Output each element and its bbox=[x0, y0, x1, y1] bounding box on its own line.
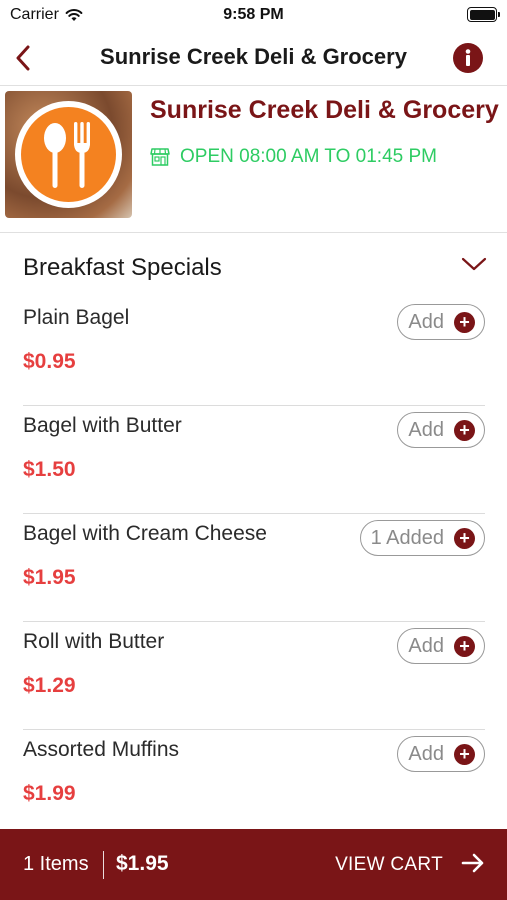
add-button[interactable]: Add + bbox=[397, 412, 485, 448]
plus-icon: + bbox=[454, 743, 475, 765]
menu-item: Plain Bagel $0.95 Add + bbox=[23, 298, 485, 406]
storefront-icon bbox=[150, 148, 170, 166]
store-hours: OPEN 08:00 AM TO 01:45 PM bbox=[150, 146, 437, 168]
battery-icon bbox=[467, 7, 500, 22]
item-name: Plain Bagel bbox=[23, 306, 130, 329]
add-button[interactable]: 1 Added + bbox=[359, 520, 485, 556]
menu-item: Roll with Butter $1.29 Add + bbox=[23, 622, 485, 730]
arrow-right-icon bbox=[461, 853, 484, 873]
item-price: $1.99 bbox=[23, 782, 76, 805]
item-name: Assorted Muffins bbox=[23, 738, 180, 761]
chevron-left-icon bbox=[16, 45, 30, 71]
cart-divider bbox=[103, 851, 104, 879]
plus-icon: + bbox=[454, 419, 475, 441]
back-button[interactable] bbox=[8, 40, 38, 76]
info-icon bbox=[465, 49, 471, 66]
item-price: $1.50 bbox=[23, 458, 76, 481]
category-title: Breakfast Specials bbox=[23, 254, 222, 281]
add-button[interactable]: Add + bbox=[397, 304, 485, 340]
add-button[interactable]: Add + bbox=[397, 628, 485, 664]
plus-icon: + bbox=[454, 311, 475, 333]
info-button[interactable] bbox=[453, 43, 483, 73]
add-button-label: 1 Added bbox=[370, 526, 444, 549]
page-title: Sunrise Creek Deli & Grocery bbox=[100, 44, 407, 69]
chevron-down-icon bbox=[461, 257, 487, 271]
store-header: Sunrise Creek Deli & Grocery OPEN 08:00 … bbox=[0, 86, 507, 233]
cart-item-count: 1 Items bbox=[23, 853, 89, 875]
plus-icon: + bbox=[454, 635, 475, 657]
menu-item: Assorted Muffins $1.99 Add + bbox=[23, 730, 485, 838]
navigation-bar: Sunrise Creek Deli & Grocery bbox=[0, 30, 507, 86]
menu-item: Bagel with Cream Cheese $1.95 1 Added + bbox=[23, 514, 485, 622]
spoon-fork-icon bbox=[43, 121, 90, 188]
add-button[interactable]: Add + bbox=[397, 736, 485, 772]
menu-item: Bagel with Butter $1.50 Add + bbox=[23, 406, 485, 514]
item-name: Roll with Butter bbox=[23, 630, 165, 653]
add-button-label: Add bbox=[408, 634, 444, 657]
category-header-breakfast-specials[interactable]: Breakfast Specials bbox=[0, 234, 507, 298]
add-button-label: Add bbox=[408, 742, 444, 765]
item-name: Bagel with Butter bbox=[23, 414, 182, 437]
store-hours-label: OPEN 08:00 AM TO 01:45 PM bbox=[180, 146, 437, 167]
add-button-label: Add bbox=[408, 418, 444, 441]
store-logo bbox=[5, 91, 132, 218]
clock: 9:58 PM bbox=[223, 6, 284, 23]
status-bar: Carrier 9:58 PM bbox=[0, 0, 507, 30]
cart-total: $1.95 bbox=[116, 852, 169, 875]
item-name: Bagel with Cream Cheese bbox=[23, 522, 267, 545]
plus-icon: + bbox=[454, 527, 475, 549]
item-price: $1.95 bbox=[23, 566, 76, 589]
store-name: Sunrise Creek Deli & Grocery bbox=[150, 96, 499, 124]
view-cart-label: VIEW CART bbox=[335, 854, 443, 875]
add-button-label: Add bbox=[408, 310, 444, 333]
item-price: $0.95 bbox=[23, 350, 76, 373]
item-price: $1.29 bbox=[23, 674, 76, 697]
view-cart-bar[interactable]: 1 Items $1.95 VIEW CART bbox=[0, 829, 507, 900]
